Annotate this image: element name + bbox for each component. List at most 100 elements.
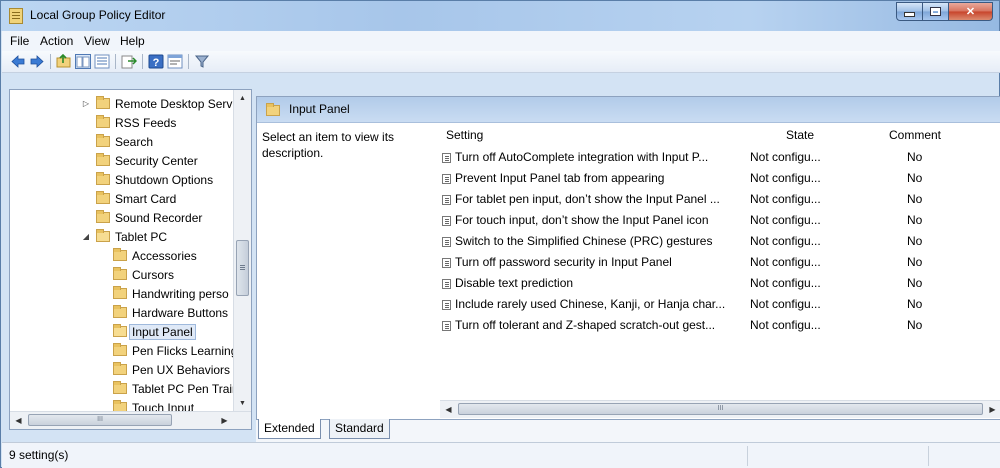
window-title: Local Group Policy Editor xyxy=(30,8,166,22)
collapse-icon[interactable]: ◢ xyxy=(82,232,90,241)
tree-item-pen-flicks[interactable]: Pen Flicks Learning xyxy=(113,341,237,360)
setting-comment: No xyxy=(907,297,923,311)
column-header-setting[interactable]: Setting xyxy=(446,125,483,146)
scroll-thumb[interactable]: III xyxy=(28,414,172,426)
status-divider xyxy=(747,446,748,466)
close-icon: ✕ xyxy=(965,6,976,18)
tree-item-shutdown-options[interactable]: Shutdown Options xyxy=(96,170,213,189)
tree-item-sound-recorder[interactable]: Sound Recorder xyxy=(96,208,202,227)
menu-help[interactable]: Help xyxy=(120,34,145,48)
setting-comment: No xyxy=(907,234,923,248)
setting-comment: No xyxy=(907,150,923,164)
folder-icon xyxy=(113,286,127,299)
table-row[interactable]: Include rarely used Chinese, Kanji, or H… xyxy=(257,294,1000,315)
tree-item-accessories[interactable]: Accessories xyxy=(113,246,197,265)
scroll-right-icon[interactable]: ▶ xyxy=(984,401,1000,418)
view-tabs: Extended Standard xyxy=(256,419,1000,442)
folder-icon xyxy=(113,267,127,280)
details-pane: Input Panel Select an item to view its d… xyxy=(256,96,1000,440)
menu-bar: File Action View Help xyxy=(2,31,1000,51)
toolbar-separator xyxy=(188,54,189,69)
folder-icon xyxy=(96,191,110,204)
up-folder-icon[interactable] xyxy=(56,54,72,69)
status-text: 9 setting(s) xyxy=(9,448,69,462)
close-button[interactable]: ✕ xyxy=(949,2,993,21)
export-icon[interactable] xyxy=(121,54,137,69)
folder-icon xyxy=(96,210,110,223)
setting-comment: No xyxy=(907,192,923,206)
toolbar-separator xyxy=(50,54,51,69)
table-row[interactable]: Switch to the Simplified Chinese (PRC) g… xyxy=(257,231,1000,252)
table-row[interactable]: Prevent Input Panel tab from appearing No… xyxy=(257,168,1000,189)
scroll-left-icon[interactable]: ◀ xyxy=(10,412,27,429)
column-header-comment[interactable]: Comment xyxy=(889,125,941,146)
properties-icon[interactable] xyxy=(167,54,183,69)
scroll-left-icon[interactable]: ◀ xyxy=(440,401,457,418)
table-row[interactable]: Turn off AutoComplete integration with I… xyxy=(257,147,1000,168)
setting-state: Not configu... xyxy=(750,171,821,185)
table-row[interactable]: For tablet pen input, don’t show the Inp… xyxy=(257,189,1000,210)
tree-item-input-panel[interactable]: Input Panel xyxy=(113,322,196,341)
tree-item-handwriting[interactable]: Handwriting perso xyxy=(113,284,229,303)
scroll-down-icon[interactable]: ▼ xyxy=(234,395,251,412)
menu-view[interactable]: View xyxy=(84,34,110,48)
tree-item-security-center[interactable]: Security Center xyxy=(96,151,198,170)
setting-name: Turn off password security in Input Pane… xyxy=(455,255,672,269)
table-row[interactable]: For touch input, don’t show the Input Pa… xyxy=(257,210,1000,231)
column-header-state[interactable]: State xyxy=(786,125,814,146)
maximize-button[interactable] xyxy=(923,2,949,21)
filter-icon[interactable] xyxy=(194,54,210,69)
tree-item-search[interactable]: Search xyxy=(96,132,153,151)
status-bar: 9 setting(s) xyxy=(2,442,1000,468)
table-row[interactable]: Turn off password security in Input Pane… xyxy=(257,252,1000,273)
tree-item-pen-training[interactable]: Tablet PC Pen Trair xyxy=(113,379,236,398)
setting-state: Not configu... xyxy=(750,192,821,206)
tab-standard[interactable]: Standard xyxy=(329,419,390,439)
setting-name: Turn off AutoComplete integration with I… xyxy=(455,150,709,164)
list-icon[interactable] xyxy=(94,54,110,69)
setting-state: Not configu... xyxy=(750,297,821,311)
tree-horizontal-scrollbar[interactable]: ◀ III ▶ xyxy=(10,411,251,429)
folder-icon xyxy=(113,343,127,356)
expand-icon[interactable]: ▷ xyxy=(82,99,90,108)
tree-item-hardware-buttons[interactable]: Hardware Buttons xyxy=(113,303,228,322)
show-tree-icon[interactable] xyxy=(75,54,91,69)
grid-horizontal-scrollbar[interactable]: ◀ III ▶ xyxy=(440,400,1000,418)
tab-extended[interactable]: Extended xyxy=(258,419,321,439)
setting-icon xyxy=(442,299,451,310)
setting-icon xyxy=(442,320,451,331)
menu-action[interactable]: Action xyxy=(40,34,73,48)
tree-pane: ▷ Remote Desktop Serv RSS Feeds Search Se… xyxy=(9,89,252,430)
scroll-thumb[interactable] xyxy=(236,240,249,296)
setting-name: Prevent Input Panel tab from appearing xyxy=(455,171,665,185)
setting-icon xyxy=(442,215,451,226)
grip-icon xyxy=(240,265,245,266)
caption-buttons: ✕ xyxy=(896,2,993,21)
tree-vertical-scrollbar[interactable]: ▲ ▼ xyxy=(233,90,251,412)
scroll-right-icon[interactable]: ▶ xyxy=(216,412,233,429)
back-icon[interactable] xyxy=(10,54,26,69)
help-icon[interactable]: ? xyxy=(148,54,164,69)
title-bar[interactable]: Local Group Policy Editor ✕ xyxy=(1,1,999,31)
panel-title: Input Panel xyxy=(289,102,350,116)
folder-icon xyxy=(96,153,110,166)
setting-name: Include rarely used Chinese, Kanji, or H… xyxy=(455,297,726,311)
setting-name: For touch input, don’t show the Input Pa… xyxy=(455,213,709,227)
table-row[interactable]: Turn off tolerant and Z-shaped scratch-o… xyxy=(257,315,1000,336)
tree-item-rss-feeds[interactable]: RSS Feeds xyxy=(96,113,176,132)
scroll-up-icon[interactable]: ▲ xyxy=(234,90,251,107)
tree-item-tablet-pc[interactable]: ◢ Tablet PC xyxy=(82,227,167,246)
tree-item-cursors[interactable]: Cursors xyxy=(113,265,174,284)
tree-item-remote-desktop[interactable]: ▷ Remote Desktop Serv xyxy=(82,94,232,113)
toolbar-separator xyxy=(115,54,116,69)
maximize-icon xyxy=(930,7,941,16)
folder-icon xyxy=(96,134,110,147)
menu-file[interactable]: File xyxy=(10,34,29,48)
tree-item-pen-ux[interactable]: Pen UX Behaviors xyxy=(113,360,230,379)
tree-item-smart-card[interactable]: Smart Card xyxy=(96,189,176,208)
table-row[interactable]: Disable text prediction Not configu... No xyxy=(257,273,1000,294)
forward-icon[interactable] xyxy=(29,54,45,69)
minimize-button[interactable] xyxy=(896,2,923,21)
scroll-thumb[interactable]: III xyxy=(458,403,983,415)
status-divider xyxy=(928,446,929,466)
